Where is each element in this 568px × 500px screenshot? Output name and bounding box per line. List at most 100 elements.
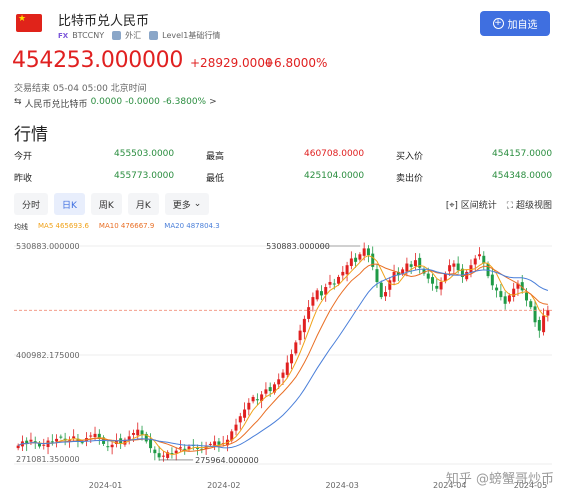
tab-more-label: 更多 [172, 200, 191, 211]
candle-body [290, 354, 294, 364]
candle-body [281, 372, 285, 378]
stats-row: 昨收 455773.0000 最低 425104.0000 卖出价 454348… [14, 171, 554, 193]
candle-body [140, 430, 144, 435]
watermark: 知乎 @螃蟹哥炒币 [445, 472, 554, 487]
candle-body [448, 265, 452, 272]
candle-body [157, 453, 161, 458]
y-tick-label: 400982.175000 [16, 351, 80, 360]
stat-value: 455773.0000 [114, 171, 175, 181]
candle-body [328, 281, 332, 285]
candle-body [349, 258, 353, 266]
x-tick-label: 2024-01 [89, 481, 122, 490]
candle-body [507, 295, 511, 302]
candle-body [149, 439, 153, 449]
price-change: +28929.0000 [190, 56, 273, 70]
candle-body [473, 258, 477, 265]
candle-body [161, 455, 165, 457]
y-tick-label: 271081.350000 [16, 455, 80, 464]
super-view-button[interactable]: ⛶ 超级视图 [507, 198, 552, 211]
candle-body [435, 285, 439, 289]
expand-icon: ⛶ [506, 201, 514, 211]
candle-body [42, 444, 46, 446]
candle-body [255, 399, 259, 401]
reverse-quote-link[interactable]: ⇆ 人民币兑比特币 0.0000 -0.0000 -6.3800% > [14, 97, 217, 110]
candle-body [234, 424, 238, 431]
section-title: 行情 [14, 125, 48, 145]
x-tick-label: 2024-02 [207, 481, 240, 490]
candle-body [478, 254, 482, 257]
candle-body [110, 444, 114, 448]
low-marker-label: 275964.000000 [195, 456, 259, 465]
candle-body [542, 315, 546, 333]
candle-body [546, 310, 550, 316]
candle-body [153, 449, 157, 454]
candle-body [55, 438, 59, 442]
reverse-change: -0.0000 [125, 97, 160, 107]
candle-body [332, 283, 336, 285]
range-icon: [⌖] [445, 201, 458, 211]
tab-weekly-k[interactable]: 周K [90, 193, 122, 215]
candle-body [294, 342, 298, 354]
tab-intraday[interactable]: 分时 [14, 193, 49, 215]
stat-value: 460708.0000 [304, 149, 365, 159]
y-tick-label: 530883.000000 [16, 242, 80, 251]
quote-stats: 今开 455503.0000 最高 460708.0000 买入价 454157… [14, 149, 554, 193]
candle-body [247, 402, 251, 410]
ma-legend: 均线 MA5 465693.6 MA10 476667.9 MA20 48780… [14, 222, 220, 232]
ma10-label: MA10 476667.9 [98, 222, 155, 230]
candle-body [495, 287, 499, 291]
candle-body [178, 447, 182, 449]
stat-value: 455503.0000 [114, 149, 175, 159]
candle-body [315, 290, 319, 300]
candle-body [490, 274, 494, 286]
stat-label: 卖出价 [396, 174, 424, 184]
trade-status: 交易结束 05-04 05:00 北京时间 [14, 84, 147, 94]
ma20-label: MA20 487804.3 [164, 222, 220, 230]
candle-body [50, 441, 54, 443]
candle-body [512, 288, 516, 297]
candle-body [264, 389, 268, 394]
candle-body [307, 307, 311, 319]
candle-body [311, 297, 315, 306]
range-stats-button[interactable]: [⌖] 区间统计 [446, 198, 497, 211]
candle-body [525, 292, 528, 301]
candle-body [405, 263, 409, 272]
candle-body [277, 379, 281, 385]
stat-value: 454157.0000 [492, 149, 553, 159]
tab-more[interactable]: 更多 ⌄ [164, 193, 210, 215]
symbol-code: BTCCNY [72, 31, 105, 40]
candle-body [537, 319, 541, 331]
candle-body [127, 436, 131, 440]
tab-monthly-k[interactable]: 月K [127, 193, 159, 215]
candle-body [431, 277, 435, 284]
candle-body [503, 296, 507, 304]
candle-body [106, 446, 110, 448]
plus-icon: + [492, 18, 504, 29]
stat-label: 昨收 [14, 174, 33, 184]
candle-body [29, 439, 33, 442]
chart-tools: [⌖] 区间统计 ⛶ 超级视图 [446, 198, 552, 211]
forex-tag-icon [112, 31, 122, 40]
cn-flag-icon: ★ [16, 14, 42, 32]
stat-label: 今开 [14, 152, 33, 162]
candle-body [72, 436, 76, 439]
stat-value: 425104.0000 [304, 171, 365, 181]
reverse-price: 0.0000 [90, 97, 123, 107]
price-change-percent: +6.8000% [264, 56, 328, 70]
candle-body [285, 362, 289, 375]
level1-tag[interactable]: Level1基础行情 [162, 30, 220, 41]
high-marker-label: 530883.000000 [266, 242, 330, 251]
candle-body [413, 260, 417, 267]
add-watchlist-button[interactable]: + 加自选 [480, 11, 550, 36]
add-watchlist-label: 加自选 [507, 20, 538, 31]
candle-body [136, 429, 140, 436]
candle-body [379, 282, 383, 298]
kline-chart[interactable]: 530883.000000 400982.175000 271081.35000… [0, 234, 568, 500]
chevron-down-icon: ⌄ [193, 199, 202, 209]
tab-daily-k[interactable]: 日K [54, 193, 85, 215]
forex-tag[interactable]: 外汇 [125, 30, 141, 41]
ma-title: 均线 [14, 223, 28, 231]
candle-body [16, 445, 20, 449]
candle-body [89, 435, 93, 437]
super-view-label: 超级视图 [515, 201, 552, 211]
